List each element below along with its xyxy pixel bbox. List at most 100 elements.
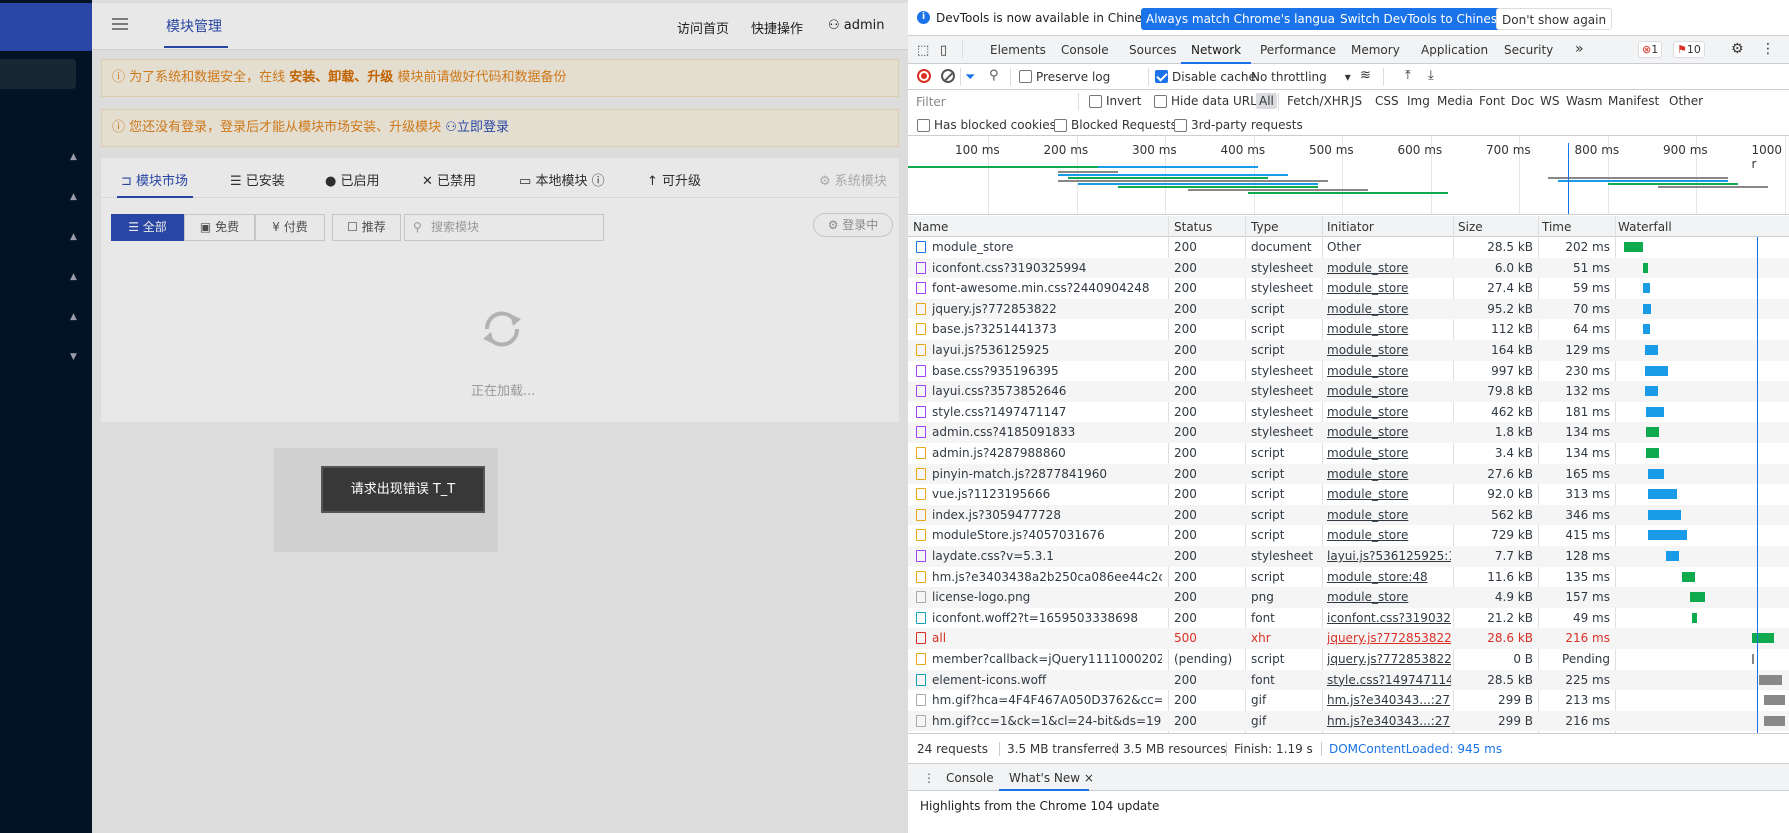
table-row[interactable]: moduleStore.js?4057031676 200 script module… bbox=[908, 525, 1789, 546]
cell-initiator[interactable]: module_store bbox=[1327, 343, 1451, 357]
tab-network[interactable]: Network bbox=[1191, 43, 1241, 57]
table-row[interactable]: hm.gif?cc=1&ck=1&cl=24-bit&ds=1920x... 20… bbox=[908, 710, 1789, 732]
cell-initiator[interactable]: iconfont.css?319032... bbox=[1327, 611, 1451, 625]
column-name[interactable]: Name bbox=[913, 220, 948, 234]
import-har-icon[interactable]: ⤒ bbox=[1405, 68, 1411, 83]
hide-data-urls-checkbox[interactable] bbox=[1154, 95, 1167, 108]
table-row[interactable]: iconfont.woff2?t=1659503338698 200 font ico… bbox=[908, 608, 1789, 629]
close-icon[interactable]: × bbox=[1084, 771, 1094, 785]
cell-initiator[interactable]: module_store bbox=[1327, 281, 1451, 295]
cell-initiator[interactable]: module_store bbox=[1327, 364, 1451, 378]
settings-gear-icon[interactable]: ⚙ bbox=[1731, 41, 1744, 57]
disable-cache-checkbox[interactable] bbox=[1155, 70, 1168, 83]
type-filter-fetch-xhr[interactable]: Fetch/XHR bbox=[1284, 93, 1352, 109]
table-row[interactable]: base.js?3251441373 200 script module_store 1… bbox=[908, 319, 1789, 340]
blocked-requests-checkbox[interactable] bbox=[1054, 119, 1067, 132]
more-tabs-chevron-icon[interactable]: » bbox=[1575, 41, 1584, 57]
tab-sources[interactable]: Sources bbox=[1129, 43, 1176, 57]
switch-to-chinese-button[interactable]: Switch DevTools to Chinese bbox=[1335, 8, 1510, 30]
cell-initiator[interactable]: module_store bbox=[1327, 528, 1451, 542]
cell-initiator[interactable]: module_store bbox=[1327, 302, 1451, 316]
filter-input[interactable]: Filter bbox=[911, 92, 1065, 112]
table-row[interactable]: laydate.css?v=5.3.1 200 stylesheet layui.js… bbox=[908, 546, 1789, 567]
cell-initiator[interactable]: module_store bbox=[1327, 487, 1451, 501]
always-match-language-button[interactable]: Always match Chrome's language bbox=[1141, 8, 1355, 30]
search-icon[interactable]: ⚲ bbox=[989, 68, 999, 83]
table-row[interactable]: pinyin-match.js?2877841960 200 script modul… bbox=[908, 463, 1789, 485]
issues-count-badge[interactable]: ⚑10 bbox=[1673, 41, 1705, 58]
drawer-menu-icon[interactable]: ⋮ bbox=[923, 771, 935, 785]
cell-initiator[interactable]: module_store bbox=[1327, 508, 1451, 522]
type-filter-css[interactable]: CSS bbox=[1372, 93, 1402, 109]
cell-initiator[interactable]: module_store:48 bbox=[1327, 570, 1451, 584]
column-waterfall[interactable]: Waterfall bbox=[1618, 220, 1672, 234]
cell-initiator[interactable]: layui.js?536125925:1 bbox=[1327, 549, 1451, 563]
drawer-tab-console[interactable]: Console bbox=[946, 771, 994, 785]
tab-security[interactable]: Security bbox=[1504, 43, 1553, 57]
clear-icon[interactable] bbox=[941, 69, 955, 83]
cell-initiator[interactable]: style.css?1497471147 bbox=[1327, 673, 1451, 687]
table-row[interactable]: font-awesome.min.css?2440904248 200 styles… bbox=[908, 278, 1789, 299]
table-row[interactable]: layui.js?536125925 200 script module_store 1… bbox=[908, 340, 1789, 361]
type-filter-font[interactable]: Font bbox=[1476, 93, 1508, 109]
type-filter-doc[interactable]: Doc bbox=[1508, 93, 1537, 109]
table-row[interactable]: all 500 xhr jquery.js?772853822:1 28.6 kB 216… bbox=[908, 628, 1789, 649]
table-row[interactable]: hm.js?e3403438a2b250ca086ee44c2c5ebf... 2… bbox=[908, 567, 1789, 588]
table-row[interactable]: jquery.js?772853822 200 script module_store… bbox=[908, 298, 1789, 320]
type-filter-wasm[interactable]: Wasm bbox=[1563, 93, 1605, 109]
column-time[interactable]: Time bbox=[1542, 220, 1571, 234]
cell-initiator[interactable]: module_store bbox=[1327, 405, 1451, 419]
invert-checkbox[interactable] bbox=[1089, 95, 1102, 108]
type-filter-media[interactable]: Media bbox=[1434, 93, 1476, 109]
cell-initiator[interactable]: module_store bbox=[1327, 261, 1451, 275]
table-row[interactable]: admin.css?4185091833 200 stylesheet module_… bbox=[908, 422, 1789, 443]
column-status[interactable]: Status bbox=[1174, 220, 1212, 234]
table-row[interactable]: member?callback=jQuery1111000202372... (p… bbox=[908, 649, 1789, 670]
type-filter-ws[interactable]: WS bbox=[1537, 93, 1562, 109]
third-party-requests-checkbox[interactable] bbox=[1174, 119, 1187, 132]
type-filter-manifest[interactable]: Manifest bbox=[1605, 93, 1662, 109]
cell-initiator[interactable]: module_store bbox=[1327, 590, 1451, 604]
error-count-badge[interactable]: ⊗1 bbox=[1638, 41, 1663, 58]
cell-initiator[interactable]: module_store bbox=[1327, 425, 1451, 439]
table-row[interactable]: element-icons.woff 200 font style.css?14974… bbox=[908, 669, 1789, 691]
type-filter-img[interactable]: Img bbox=[1404, 93, 1433, 109]
tab-performance[interactable]: Performance bbox=[1260, 43, 1336, 57]
network-conditions-icon[interactable]: ≋ bbox=[1360, 68, 1371, 83]
kebab-menu-icon[interactable]: ⋮ bbox=[1761, 41, 1775, 57]
cell-initiator[interactable]: module_store bbox=[1327, 446, 1451, 460]
table-row[interactable]: base.css?935196395 200 stylesheet module_st… bbox=[908, 361, 1789, 382]
cell-initiator[interactable]: jquery.js?772853822:1 bbox=[1327, 631, 1451, 645]
record-icon[interactable] bbox=[917, 69, 931, 83]
has-blocked-cookies-checkbox[interactable] bbox=[917, 119, 930, 132]
cell-initiator[interactable]: hm.js?e340343...:27 bbox=[1327, 714, 1451, 728]
type-filter-all[interactable]: All bbox=[1256, 93, 1277, 109]
inspect-element-icon[interactable]: ⬚ bbox=[917, 43, 929, 58]
export-har-icon[interactable]: ⤓ bbox=[1428, 68, 1434, 83]
table-row[interactable]: vue.js?1123195666 200 script module_store 92… bbox=[908, 484, 1789, 505]
table-row[interactable]: iconfont.css?3190325994 200 stylesheet modu… bbox=[908, 257, 1789, 279]
column-initiator[interactable]: Initiator bbox=[1327, 220, 1374, 234]
table-row[interactable]: license-logo.png 200 png module_store 4.9 kB… bbox=[908, 587, 1789, 608]
table-row[interactable]: hm.gif?hca=4F4F467A050D3762&cc=1&... 200 g… bbox=[908, 690, 1789, 711]
tab-application[interactable]: Application bbox=[1421, 43, 1488, 57]
cell-initiator[interactable]: jquery.js?772853822:1 bbox=[1327, 652, 1451, 666]
tab-elements[interactable]: Elements bbox=[990, 43, 1046, 57]
throttling-select[interactable]: No throttling ▾ bbox=[1251, 70, 1351, 84]
device-toolbar-icon[interactable]: ▯ bbox=[940, 43, 947, 58]
table-row[interactable]: admin.js?4287988860 200 script module_store… bbox=[908, 443, 1789, 464]
cell-initiator[interactable]: module_store bbox=[1327, 322, 1451, 336]
type-filter-js[interactable]: JS bbox=[1348, 93, 1365, 109]
table-row[interactable]: index.js?3059477728 200 script module_store… bbox=[908, 504, 1789, 526]
column-type[interactable]: Type bbox=[1251, 220, 1279, 234]
type-filter-other[interactable]: Other bbox=[1666, 93, 1706, 109]
preserve-log-checkbox[interactable] bbox=[1019, 70, 1032, 83]
network-overview-timeline[interactable]: 100 ms 200 ms 300 ms 400 ms 500 ms 600 ms 700 … bbox=[908, 136, 1789, 215]
filter-funnel-icon[interactable]: ⏷ bbox=[965, 70, 975, 85]
table-row[interactable]: layui.css?3573852646 200 stylesheet module_… bbox=[908, 381, 1789, 402]
cell-initiator[interactable]: module_store bbox=[1327, 384, 1451, 398]
dont-show-again-button[interactable]: Don't show again bbox=[1496, 8, 1613, 30]
cell-initiator[interactable]: hm.js?e340343...:27 bbox=[1327, 693, 1451, 707]
cell-initiator[interactable]: module_store bbox=[1327, 467, 1451, 481]
tab-memory[interactable]: Memory bbox=[1351, 43, 1400, 57]
